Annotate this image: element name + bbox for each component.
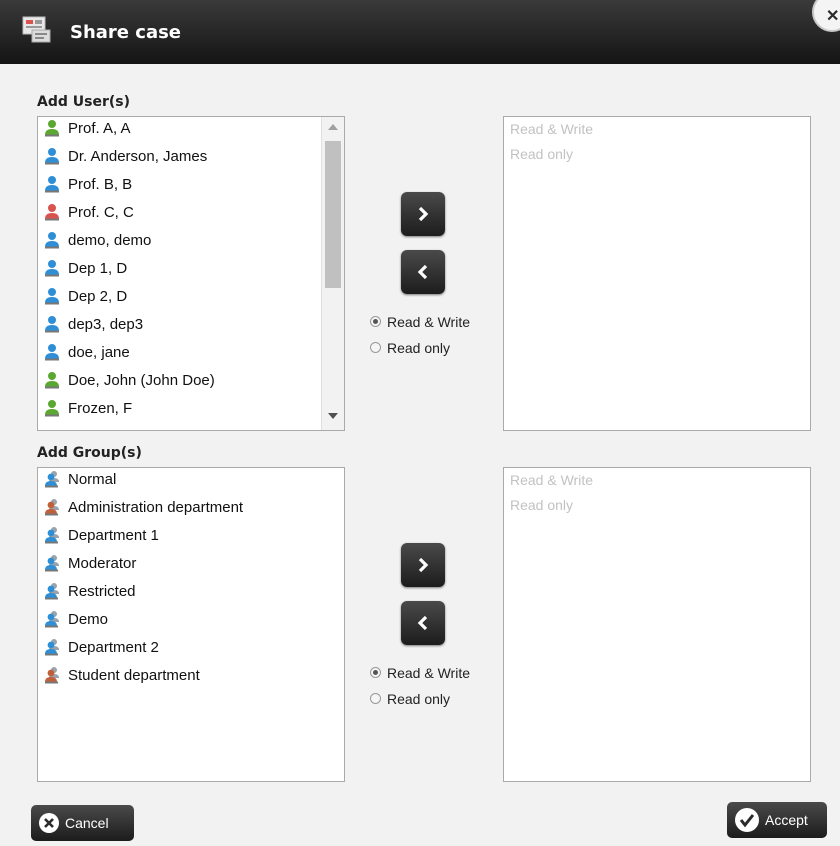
user-list-item-label: Prof. C, C: [68, 204, 134, 221]
user-list-item-label: doe, jane: [68, 344, 130, 361]
group-icon: [44, 666, 60, 684]
groups-target-read-only[interactable]: Read only: [510, 497, 573, 513]
users-target-listbox[interactable]: Read & Write Read only: [503, 116, 811, 431]
user-icon: [44, 287, 60, 305]
user-icon: [44, 175, 60, 193]
user-icon: [44, 231, 60, 249]
user-list-item-label: Dep 1, D: [68, 260, 128, 277]
users-target-read-write[interactable]: Read & Write: [510, 121, 593, 137]
user-list-item-label: Prof. A, A: [68, 120, 131, 137]
user-list-item[interactable]: Doe, John (John Doe): [38, 369, 318, 395]
user-list-item[interactable]: dep3, dep3: [38, 313, 318, 339]
user-list-item[interactable]: Dep 1, D: [38, 257, 318, 283]
radio-button[interactable]: [370, 316, 381, 327]
chevron-right-icon: [418, 557, 429, 573]
user-list-item[interactable]: Prof. B, B: [38, 173, 318, 199]
group-list-item[interactable]: Normal: [38, 468, 318, 494]
group-list-item-label: Department 2: [68, 639, 159, 656]
group-list-item-label: Student department: [68, 667, 200, 684]
group-icon: [44, 470, 60, 488]
group-list-item[interactable]: Restricted: [38, 580, 318, 606]
chevron-left-icon: [417, 615, 428, 631]
user-list-item[interactable]: Prof. A, A: [38, 117, 318, 143]
users-target-read-only[interactable]: Read only: [510, 146, 573, 162]
add-group-button[interactable]: [401, 543, 445, 587]
scrollbar-thumb[interactable]: [325, 141, 341, 288]
user-list-item[interactable]: Prof. C, C: [38, 201, 318, 227]
radio-button[interactable]: [370, 342, 381, 353]
user-list-item-label: dep3, dep3: [68, 316, 144, 333]
user-list-item-label: Frozen, F: [68, 400, 133, 417]
users-section-label: Add User(s): [37, 94, 130, 110]
users-scrollbar[interactable]: [321, 117, 344, 430]
scroll-down-arrow-icon[interactable]: [328, 413, 338, 419]
group-icon: [44, 526, 60, 544]
cancel-icon: [39, 813, 59, 833]
group-list-item-label: Moderator: [68, 555, 137, 572]
user-list-item-label: demo, demo: [68, 232, 152, 249]
share-case-icon: [22, 16, 52, 44]
user-list-item[interactable]: Frozen, F: [38, 397, 318, 423]
group-list-item[interactable]: Student department: [38, 664, 318, 690]
user-icon: [44, 203, 60, 221]
chevron-left-icon: [417, 264, 428, 280]
group-list-item-label: Demo: [68, 611, 109, 628]
user-icon: [44, 119, 60, 137]
chevron-right-icon: [418, 206, 429, 222]
scroll-up-arrow-icon[interactable]: [328, 124, 338, 130]
group-list-item-label: Department 1: [68, 527, 159, 544]
user-icon: [44, 147, 60, 165]
group-icon: [44, 582, 60, 600]
user-list-item-label: Dep 2, D: [68, 288, 128, 305]
close-icon: ✕: [826, 8, 840, 25]
remove-group-button[interactable]: [401, 601, 445, 645]
group-list-item[interactable]: Demo: [38, 608, 318, 634]
group-list-item[interactable]: Department 2: [38, 636, 318, 662]
user-icon: [44, 343, 60, 361]
group-icon: [44, 554, 60, 572]
group-icon: [44, 498, 60, 516]
user-list-item-label: Dr. Anderson, James: [68, 148, 208, 165]
user-list-item[interactable]: Dep 2, D: [38, 285, 318, 311]
dialog-title: Share case: [70, 22, 182, 43]
group-icon: [44, 610, 60, 628]
checkmark-icon: [735, 808, 759, 832]
radio-button[interactable]: [370, 667, 381, 678]
radio-button[interactable]: [370, 693, 381, 704]
dialog-titlebar: Share case: [0, 0, 840, 64]
group-list-item[interactable]: Department 1: [38, 524, 318, 550]
groups-section-label: Add Group(s): [37, 445, 142, 461]
user-icon: [44, 399, 60, 417]
user-list-item[interactable]: Dr. Anderson, James: [38, 145, 318, 171]
remove-user-button[interactable]: [401, 250, 445, 294]
groups-listbox[interactable]: Student department Department 2 Demo Restri…: [37, 467, 345, 782]
share-case-dialog: Share case ✕ Add User(s) Frozen, F Doe, J…: [0, 0, 840, 846]
add-user-button[interactable]: [401, 192, 445, 236]
users-listbox[interactable]: Frozen, F Doe, John (John Doe) doe, jane de…: [37, 116, 345, 431]
group-icon: [44, 638, 60, 656]
user-list-item[interactable]: doe, jane: [38, 341, 318, 367]
cancel-button[interactable]: Cancel: [31, 805, 134, 841]
group-list-item[interactable]: Administration department: [38, 496, 318, 522]
group-list-item-label: Administration department: [68, 499, 244, 516]
user-list-item-label: Doe, John (John Doe): [68, 372, 215, 389]
groups-target-listbox[interactable]: Read & Write Read only: [503, 467, 811, 782]
group-list-item-label: Restricted: [68, 583, 136, 600]
group-list-item-label: Normal: [68, 471, 117, 488]
group-list-item[interactable]: Moderator: [38, 552, 318, 578]
user-icon: [44, 259, 60, 277]
user-list-item-label: Prof. B, B: [68, 176, 133, 193]
user-list-item[interactable]: demo, demo: [38, 229, 318, 255]
groups-target-read-write[interactable]: Read & Write: [510, 472, 593, 488]
accept-button[interactable]: Accept: [727, 802, 827, 838]
user-icon: [44, 315, 60, 333]
user-icon: [44, 371, 60, 389]
